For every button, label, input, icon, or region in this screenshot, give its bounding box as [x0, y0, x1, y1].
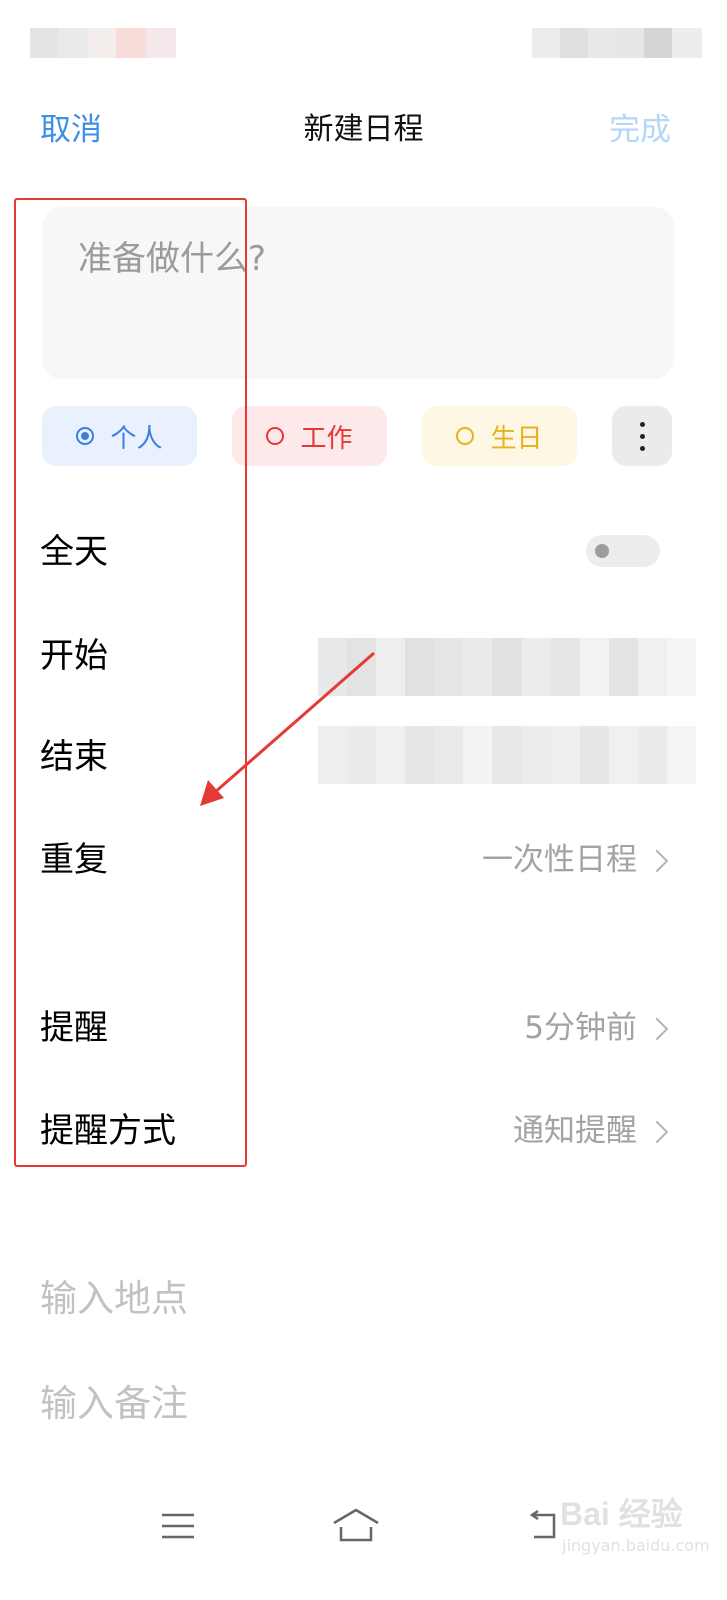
event-title-input[interactable]: 准备做什么? [42, 207, 674, 379]
end-label: 结束 [40, 737, 108, 777]
category-chip-birthday[interactable]: 生日 [422, 406, 577, 466]
home-button[interactable] [326, 1500, 386, 1552]
chevron-right-icon [645, 849, 669, 873]
start-datetime-value[interactable] [318, 638, 697, 696]
reminder-method-value[interactable]: 通知提醒 [513, 1107, 637, 1155]
category-chip-work[interactable]: 工作 [232, 406, 387, 466]
all-day-toggle[interactable] [586, 535, 660, 567]
repeat-value[interactable]: 一次性日程 [482, 836, 637, 884]
category-label: 生日 [490, 423, 543, 454]
status-bar-right [532, 28, 702, 58]
repeat-label: 重复 [40, 840, 108, 880]
location-input[interactable]: 输入地点 [40, 1274, 188, 1324]
reminder-value[interactable]: 5分钟前 [524, 1004, 637, 1052]
end-datetime-value[interactable] [318, 726, 697, 784]
more-categories-button[interactable] [612, 406, 672, 466]
all-day-label: 全天 [40, 532, 108, 572]
notes-input[interactable]: 输入备注 [40, 1379, 188, 1429]
menu-icon [162, 1513, 194, 1539]
chevron-right-icon [645, 1017, 669, 1041]
reminder-method-label: 提醒方式 [40, 1111, 176, 1151]
start-label: 开始 [40, 636, 108, 676]
watermark-sub: jingyan.baidu.com [562, 1536, 710, 1555]
done-button[interactable]: 完成 [609, 108, 671, 152]
chevron-right-icon [645, 1120, 669, 1144]
category-chip-personal[interactable]: 个人 [42, 406, 197, 466]
watermark-main: Bai 经验 [560, 1496, 683, 1532]
event-title-placeholder: 准备做什么? [78, 239, 267, 279]
radio-unselected-icon [456, 427, 475, 445]
reminder-label: 提醒 [40, 1008, 108, 1048]
category-label: 工作 [300, 423, 353, 454]
more-vertical-icon [639, 421, 645, 451]
watermark: Bai 经验 jingyan.baidu.com [560, 1490, 720, 1570]
menu-button[interactable] [148, 1500, 208, 1552]
back-icon [529, 1509, 556, 1539]
home-icon [333, 1508, 379, 1542]
toggle-knob [595, 544, 609, 558]
radio-unselected-icon [266, 427, 285, 445]
category-label: 个人 [110, 423, 163, 454]
status-bar-left [30, 28, 176, 58]
radio-selected-icon [76, 427, 95, 445]
